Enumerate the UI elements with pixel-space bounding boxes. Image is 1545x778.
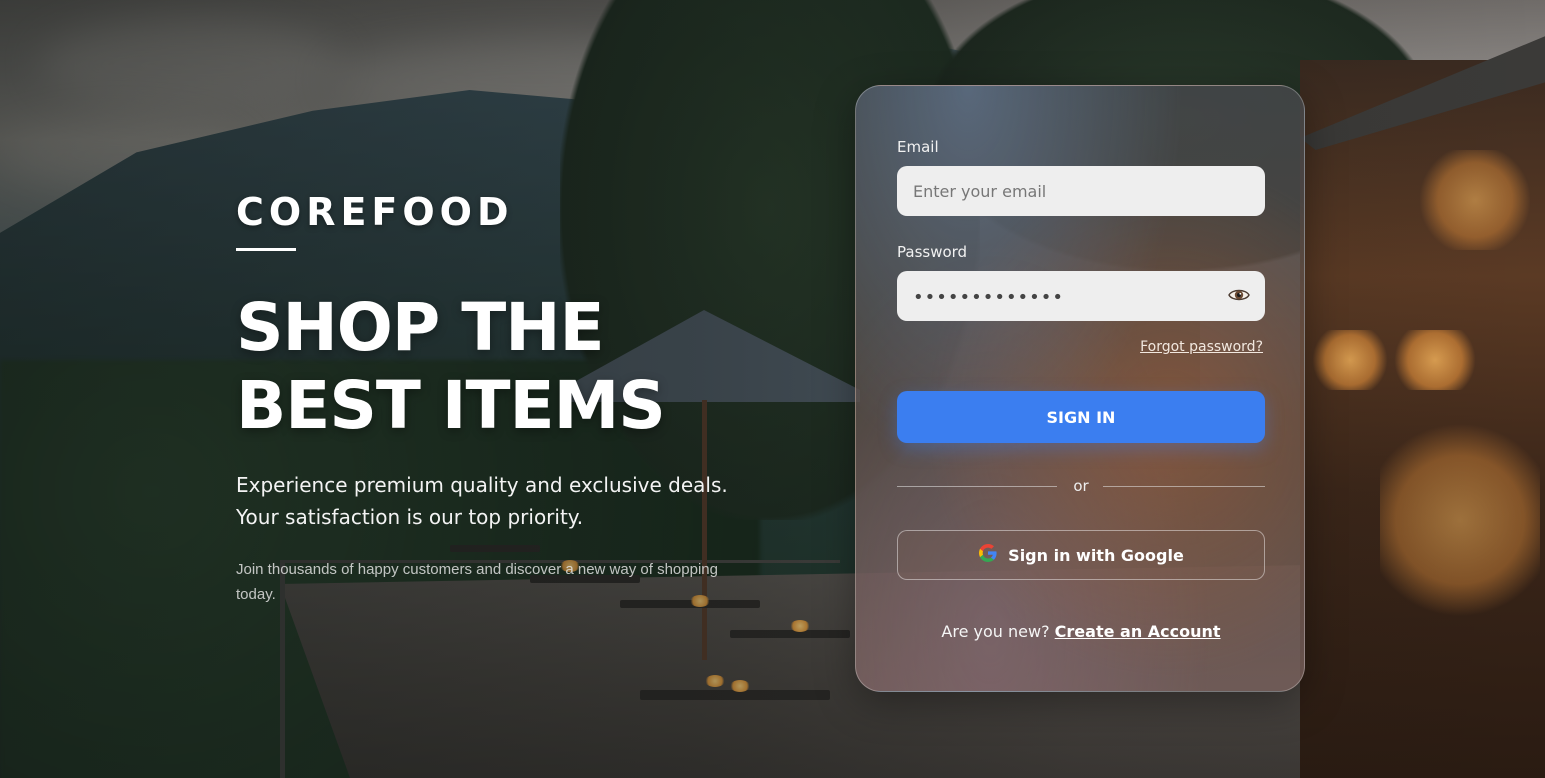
email-field[interactable] xyxy=(897,166,1265,216)
login-card: Email Password ••••••••••••• Forgot pass… xyxy=(855,85,1305,692)
google-button-label: Sign in with Google xyxy=(1008,545,1184,565)
password-label: Password xyxy=(897,243,968,261)
password-value: ••••••••••••• xyxy=(913,287,1065,308)
brand-underline xyxy=(236,248,296,251)
hero-subcopy: Join thousands of happy customers and di… xyxy=(236,561,718,603)
hero-section: COREFOOD SHOP THE BEST ITEMS Experience … xyxy=(236,190,756,607)
email-label: Email xyxy=(897,138,939,156)
brand-logo: COREFOOD xyxy=(236,190,514,234)
sign-in-button[interactable]: SIGN IN xyxy=(897,391,1265,443)
hero-headline: SHOP THE BEST ITEMS xyxy=(236,289,666,444)
create-account-link[interactable]: Create an Account xyxy=(1055,622,1221,641)
google-sign-in-button[interactable]: Sign in with Google xyxy=(897,530,1265,580)
background-photo xyxy=(0,0,1545,778)
hero-tagline: Experience premium quality and exclusive… xyxy=(236,473,728,529)
forgot-password-link[interactable]: Forgot password? xyxy=(1140,339,1263,355)
eye-icon[interactable] xyxy=(1226,282,1252,308)
google-icon xyxy=(978,543,998,567)
create-account-row: Are you new? Create an Account xyxy=(856,622,1306,641)
divider-right xyxy=(1103,486,1265,487)
new-user-prompt: Are you new? xyxy=(941,622,1050,641)
